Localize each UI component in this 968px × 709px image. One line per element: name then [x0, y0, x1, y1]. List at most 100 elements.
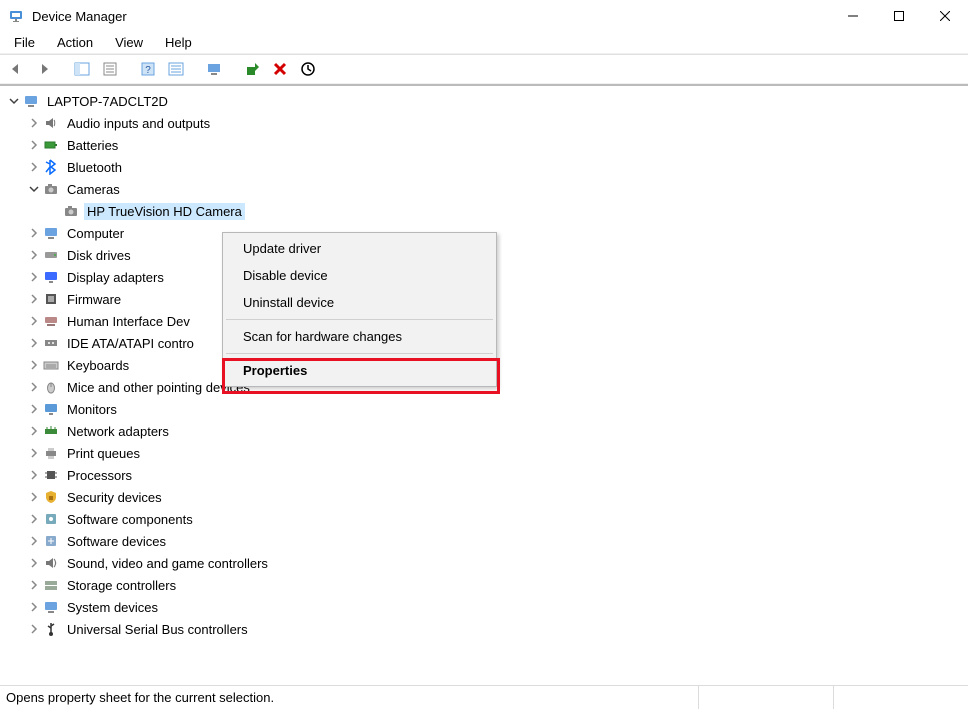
tree-device[interactable]: HP TrueVision HD Camera: [6, 200, 968, 222]
chevron-right-icon[interactable]: [26, 313, 42, 329]
tree-root-label: LAPTOP-7ADCLT2D: [44, 93, 171, 110]
tree-category-label: Processors: [64, 467, 135, 484]
minimize-button[interactable]: [830, 0, 876, 32]
chevron-right-icon[interactable]: [26, 489, 42, 505]
tree-category-label: Sound, video and game controllers: [64, 555, 271, 572]
context-menu-separator: [226, 319, 493, 320]
tree-category-label: Software components: [64, 511, 196, 528]
toolbar: ?: [0, 54, 968, 84]
chevron-down-icon[interactable]: [26, 181, 42, 197]
firmware-icon: [42, 291, 60, 307]
tree-category[interactable]: Processors: [6, 464, 968, 486]
display-icon: [42, 269, 60, 285]
context-menu-item[interactable]: Disable device: [225, 262, 494, 289]
menu-file[interactable]: File: [4, 33, 45, 52]
status-cell-1: [698, 686, 833, 709]
tree-category-label: System devices: [64, 599, 161, 616]
properties-button[interactable]: [98, 57, 122, 81]
context-menu-item[interactable]: Update driver: [225, 235, 494, 262]
chevron-right-icon[interactable]: [26, 599, 42, 615]
tree-category-label: Security devices: [64, 489, 165, 506]
show-hide-console-tree-button[interactable]: [70, 57, 94, 81]
ide-icon: [42, 335, 60, 351]
tree-category[interactable]: Batteries: [6, 134, 968, 156]
tree-category-label: Display adapters: [64, 269, 167, 286]
tree-category[interactable]: Sound, video and game controllers: [6, 552, 968, 574]
window-controls: [830, 0, 968, 32]
context-menu-item[interactable]: Scan for hardware changes: [225, 323, 494, 350]
context-menu-item[interactable]: Uninstall device: [225, 289, 494, 316]
tree-category[interactable]: Software devices: [6, 530, 968, 552]
status-bar: Opens property sheet for the current sel…: [0, 685, 968, 709]
context-menu-separator: [226, 353, 493, 354]
network-icon: [42, 423, 60, 439]
status-text: Opens property sheet for the current sel…: [0, 690, 698, 705]
chevron-right-icon[interactable]: [26, 621, 42, 637]
chevron-right-icon[interactable]: [26, 225, 42, 241]
help-button[interactable]: ?: [136, 57, 160, 81]
chevron-right-icon[interactable]: [26, 159, 42, 175]
device-manager-icon: [8, 8, 24, 24]
chevron-right-icon[interactable]: [26, 467, 42, 483]
status-cell-2: [833, 686, 968, 709]
chevron-right-icon[interactable]: [26, 269, 42, 285]
chevron-right-icon[interactable]: [26, 423, 42, 439]
menu-action[interactable]: Action: [47, 33, 103, 52]
monitor-icon: [42, 401, 60, 417]
chevron-right-icon[interactable]: [26, 445, 42, 461]
tree-category-label: IDE ATA/ATAPI contro: [64, 335, 197, 352]
action-list-button[interactable]: [164, 57, 188, 81]
chevron-right-icon[interactable]: [26, 357, 42, 373]
chevron-right-icon[interactable]: [26, 137, 42, 153]
chevron-right-icon[interactable]: [26, 555, 42, 571]
speaker-icon: [42, 115, 60, 131]
tree-category-label: Disk drives: [64, 247, 134, 264]
camera-icon: [62, 203, 80, 219]
context-menu-item[interactable]: Properties: [225, 357, 494, 384]
tree-category[interactable]: Universal Serial Bus controllers: [6, 618, 968, 640]
tree-category[interactable]: Storage controllers: [6, 574, 968, 596]
context-menu: Update driverDisable deviceUninstall dev…: [222, 232, 497, 387]
tree-category-label: Print queues: [64, 445, 143, 462]
close-button[interactable]: [922, 0, 968, 32]
tree-category-label: Audio inputs and outputs: [64, 115, 213, 132]
hid-icon: [42, 313, 60, 329]
tree-category[interactable]: Bluetooth: [6, 156, 968, 178]
tree-category[interactable]: Security devices: [6, 486, 968, 508]
chevron-right-icon[interactable]: [26, 291, 42, 307]
chevron-right-icon[interactable]: [26, 511, 42, 527]
chevron-down-icon[interactable]: [6, 93, 22, 109]
maximize-button[interactable]: [876, 0, 922, 32]
tree-category[interactable]: Print queues: [6, 442, 968, 464]
tree-category[interactable]: Software components: [6, 508, 968, 530]
tree-category[interactable]: System devices: [6, 596, 968, 618]
storage-icon: [42, 577, 60, 593]
chevron-right-icon[interactable]: [26, 533, 42, 549]
chevron-right-icon[interactable]: [26, 401, 42, 417]
scan-hardware-button[interactable]: [296, 57, 320, 81]
chevron-right-icon[interactable]: [26, 379, 42, 395]
printer-icon: [42, 445, 60, 461]
tree-category[interactable]: Network adapters: [6, 420, 968, 442]
chevron-right-icon[interactable]: [26, 335, 42, 351]
svg-text:?: ?: [145, 65, 151, 76]
chevron-right-icon[interactable]: [26, 247, 42, 263]
menu-bar: File Action View Help: [0, 32, 968, 54]
update-driver-button[interactable]: [240, 57, 264, 81]
scan-hardware-button-2[interactable]: [202, 57, 226, 81]
tree-category[interactable]: Monitors: [6, 398, 968, 420]
battery-icon: [42, 137, 60, 153]
tree-category-label: Computer: [64, 225, 127, 242]
back-button[interactable]: [4, 57, 28, 81]
window-title: Device Manager: [32, 9, 830, 24]
uninstall-device-button[interactable]: [268, 57, 292, 81]
menu-view[interactable]: View: [105, 33, 153, 52]
menu-help[interactable]: Help: [155, 33, 202, 52]
tree-category[interactable]: Cameras: [6, 178, 968, 200]
chevron-right-icon[interactable]: [26, 115, 42, 131]
system-icon: [42, 599, 60, 615]
tree-root[interactable]: LAPTOP-7ADCLT2D: [6, 90, 968, 112]
tree-category[interactable]: Audio inputs and outputs: [6, 112, 968, 134]
forward-button[interactable]: [32, 57, 56, 81]
chevron-right-icon[interactable]: [26, 577, 42, 593]
